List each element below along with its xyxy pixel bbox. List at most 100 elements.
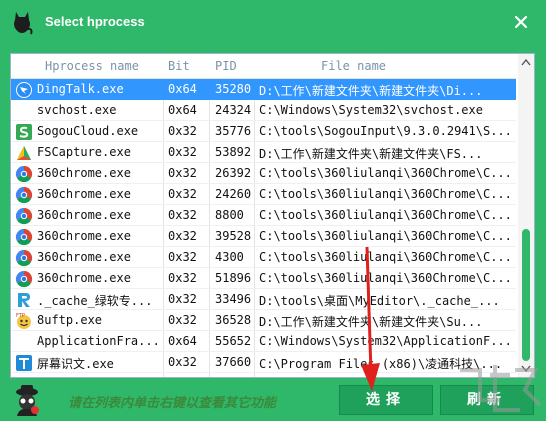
process-name-cell: 360chrome.exe xyxy=(37,187,131,201)
table-row[interactable]: 360chrome.exe 0x32 8800 C:\tools\360liulanq… xyxy=(11,205,516,226)
process-name-cell: SogouCloud.exe xyxy=(37,124,139,138)
table-row[interactable]: 360chrome.exe 0x32 51896 C:\tools\360liulan… xyxy=(11,268,516,289)
bit-cell: 0x64 xyxy=(168,103,197,117)
pid-cell: 4300 xyxy=(215,250,244,264)
bit-cell: 0x32 xyxy=(168,124,197,138)
process-name-cell: 360chrome.exe xyxy=(37,271,131,285)
table-row[interactable]: svchost.exe 0x64 24324 C:\Windows\System32\… xyxy=(11,100,516,121)
column-header-name[interactable]: Hprocess name xyxy=(45,59,139,73)
360chrome-icon xyxy=(15,270,33,288)
file-name-cell: C:\Windows\System32\ApplicationF... xyxy=(259,334,512,348)
bit-cell: 0x32 xyxy=(168,250,197,264)
process-list[interactable]: Hprocess name Bit PID File name DingTalk… xyxy=(10,53,535,378)
file-name-cell: C:\tools\360liulanqi\360Chrome\C... xyxy=(259,229,512,243)
spy-cat-icon xyxy=(16,385,39,416)
pid-cell: 35280 xyxy=(215,82,252,96)
vertical-scrollbar[interactable] xyxy=(518,54,534,377)
t-text-icon xyxy=(15,354,33,372)
360chrome-icon xyxy=(15,165,33,183)
table-header: Hprocess name Bit PID File name xyxy=(11,54,516,79)
process-name-cell: ._cache_绿软专... xyxy=(37,294,153,308)
file-name-cell: C:\tools\360liulanqi\360Chrome\C... xyxy=(259,166,512,180)
table-row[interactable]: 360chrome.exe 0x32 4300 C:\tools\360liulanq… xyxy=(11,247,516,268)
table-row[interactable]: 屏幕识文.exe 0x32 37660 C:\Program Files (x86)\… xyxy=(11,352,516,373)
process-name-cell: ApplicationFra... xyxy=(37,334,160,348)
process-name-cell: 360chrome.exe xyxy=(37,250,131,264)
file-name-cell: C:\tools\360liulanqi\360Chrome\C... xyxy=(259,208,512,222)
bit-cell: 0x32 xyxy=(168,292,197,306)
r-logo-icon xyxy=(15,291,33,309)
file-name-cell: C:\tools\SogouInput\9.3.0.2941\S... xyxy=(259,124,512,138)
pid-cell: 36528 xyxy=(215,313,252,327)
360chrome-icon xyxy=(15,228,33,246)
process-name-cell: 8uftp.exe xyxy=(37,313,103,327)
select-button[interactable]: 选择 xyxy=(339,385,433,415)
bit-cell: 0x32 xyxy=(168,313,197,327)
bit-cell: 0x32 xyxy=(168,229,197,243)
table-row[interactable]: FTP 8uftp.exe 0x32 36528 D:\工作\新建文件夹\新建文件夹\S… xyxy=(11,310,516,331)
black-cat-icon xyxy=(14,12,33,35)
column-header-file-name[interactable]: File name xyxy=(321,59,386,73)
title-bar: Select hprocess xyxy=(0,0,546,44)
pid-cell: 24260 xyxy=(215,187,252,201)
process-name-cell: 360chrome.exe xyxy=(37,208,131,222)
close-icon[interactable] xyxy=(508,9,534,35)
pid-cell: 39528 xyxy=(215,229,252,243)
bit-cell: 0x32 xyxy=(168,187,197,201)
bit-cell: 0x32 xyxy=(168,271,197,285)
bit-cell: 0x32 xyxy=(168,355,197,369)
file-name-cell: C:\Program Files (x86)\凌通科技\... xyxy=(259,357,503,371)
scroll-down-icon[interactable] xyxy=(521,365,531,373)
table-row[interactable]: FSCapture.exe 0x32 53892 D:\工作\新建文件夹\新建文件夹\… xyxy=(11,142,516,163)
dingtalk-icon xyxy=(15,81,33,99)
file-name-cell: C:\Windows\System32\svchost.exe xyxy=(259,103,483,117)
bit-cell: 0x64 xyxy=(168,82,197,96)
table-row[interactable]: DingTalk.exe 0x64 35280 D:\工作\新建文件夹\新建文件夹\D… xyxy=(11,79,516,100)
file-name-cell: D:\工作\新建文件夹\新建文件夹\Di... xyxy=(259,84,483,98)
blank-icon xyxy=(15,333,33,351)
column-header-bit[interactable]: Bit xyxy=(168,59,190,73)
360chrome-icon xyxy=(15,249,33,267)
table-row[interactable]: 360chrome.exe 0x32 24260 C:\tools\360liulan… xyxy=(11,184,516,205)
blank-icon xyxy=(15,102,33,120)
file-name-cell: D:\工作\新建文件夹\新建文件夹\FS... xyxy=(259,147,483,161)
ftp-icon: FTP xyxy=(15,312,33,330)
process-name-cell: 360chrome.exe xyxy=(37,166,131,180)
scroll-up-icon[interactable] xyxy=(521,58,531,66)
file-name-cell: C:\tools\360liulanqi\360Chrome\C... xyxy=(259,187,512,201)
file-name-cell: D:\tools\桌面\MyEditor\._cache_... xyxy=(259,294,500,308)
svg-text:FTP: FTP xyxy=(16,313,25,319)
select-hprocess-window: Select hprocess Hprocess name Bit PID Fi… xyxy=(0,0,546,421)
column-header-pid[interactable]: PID xyxy=(215,59,237,73)
pid-cell: 35776 xyxy=(215,124,252,138)
pid-cell: 53892 xyxy=(215,145,252,159)
sogou-icon xyxy=(15,123,33,141)
bit-cell: 0x32 xyxy=(168,145,197,159)
table-row[interactable]: 360chrome.exe 0x32 26392 C:\tools\360liulan… xyxy=(11,163,516,184)
bit-cell: 0x64 xyxy=(168,334,197,348)
process-name-cell: FSCapture.exe xyxy=(37,145,131,159)
pid-cell: 51896 xyxy=(215,271,252,285)
pid-cell: 26392 xyxy=(215,166,252,180)
table-row[interactable]: SogouCloud.exe 0x32 35776 C:\tools\SogouInp… xyxy=(11,121,516,142)
fscapture-icon xyxy=(15,144,33,162)
process-name-cell: 360chrome.exe xyxy=(37,229,131,243)
pid-cell: 24324 xyxy=(215,103,252,117)
table-row[interactable]: 360chrome.exe 0x32 39528 C:\tools\360liulan… xyxy=(11,226,516,247)
table-row[interactable]: ._cache_绿软专... 0x32 33496 D:\tools\桌面\MyEdi… xyxy=(11,289,516,310)
bit-cell: 0x32 xyxy=(168,208,197,222)
360chrome-icon xyxy=(15,186,33,204)
file-name-cell: D:\工作\新建文件夹\新建文件夹\Su... xyxy=(259,315,483,329)
360chrome-icon xyxy=(15,207,33,225)
pid-cell: 33496 xyxy=(215,292,252,306)
window-title: Select hprocess xyxy=(45,14,145,29)
scrollbar-thumb[interactable] xyxy=(522,229,530,361)
hint-text: 请在列表内单击右键以查看其它功能 xyxy=(68,396,277,411)
pid-cell: 37660 xyxy=(215,355,252,369)
table-row[interactable]: ApplicationFra... 0x64 55652 C:\Windows\Sys… xyxy=(11,331,516,352)
process-name-cell: DingTalk.exe xyxy=(37,82,124,96)
file-name-cell: C:\tools\360liulanqi\360Chrome\C... xyxy=(259,250,512,264)
process-name-cell: svchost.exe xyxy=(37,103,117,117)
refresh-button[interactable]: 刷新 xyxy=(440,385,534,415)
file-name-cell: C:\tools\360liulanqi\360Chrome\C... xyxy=(259,271,512,285)
